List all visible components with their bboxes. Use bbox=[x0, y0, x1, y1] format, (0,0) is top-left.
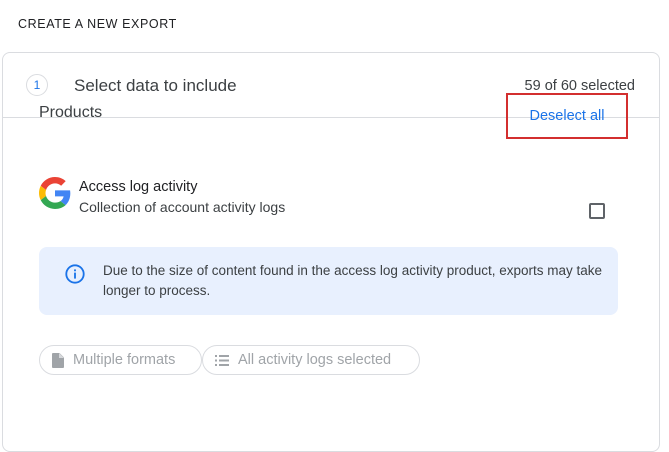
file-icon bbox=[52, 352, 64, 368]
products-label: Products bbox=[39, 104, 103, 121]
formats-chip-label: Multiple formats bbox=[73, 352, 176, 368]
info-message: Due to the size of content found in the … bbox=[103, 263, 603, 298]
info-banner: Due to the size of content found in the … bbox=[39, 247, 618, 315]
info-icon bbox=[65, 264, 85, 284]
activity-logs-chip-label: All activity logs selected bbox=[238, 352, 392, 368]
step-title: Select data to include bbox=[74, 76, 237, 95]
google-logo-icon bbox=[39, 177, 71, 209]
page-header: CREATE A NEW EXPORT bbox=[18, 17, 177, 31]
step-number-badge: 1 bbox=[26, 74, 48, 96]
deselect-all-button[interactable]: Deselect all bbox=[506, 93, 628, 139]
formats-chip[interactable]: Multiple formats bbox=[39, 345, 202, 375]
activity-logs-chip[interactable]: All activity logs selected bbox=[202, 345, 420, 375]
selected-count: 59 of 60 selected bbox=[524, 78, 635, 94]
product-checkbox[interactable] bbox=[589, 203, 605, 219]
list-icon bbox=[215, 354, 229, 366]
product-title: Access log activity bbox=[79, 179, 198, 195]
product-description: Collection of account activity logs bbox=[79, 199, 286, 215]
